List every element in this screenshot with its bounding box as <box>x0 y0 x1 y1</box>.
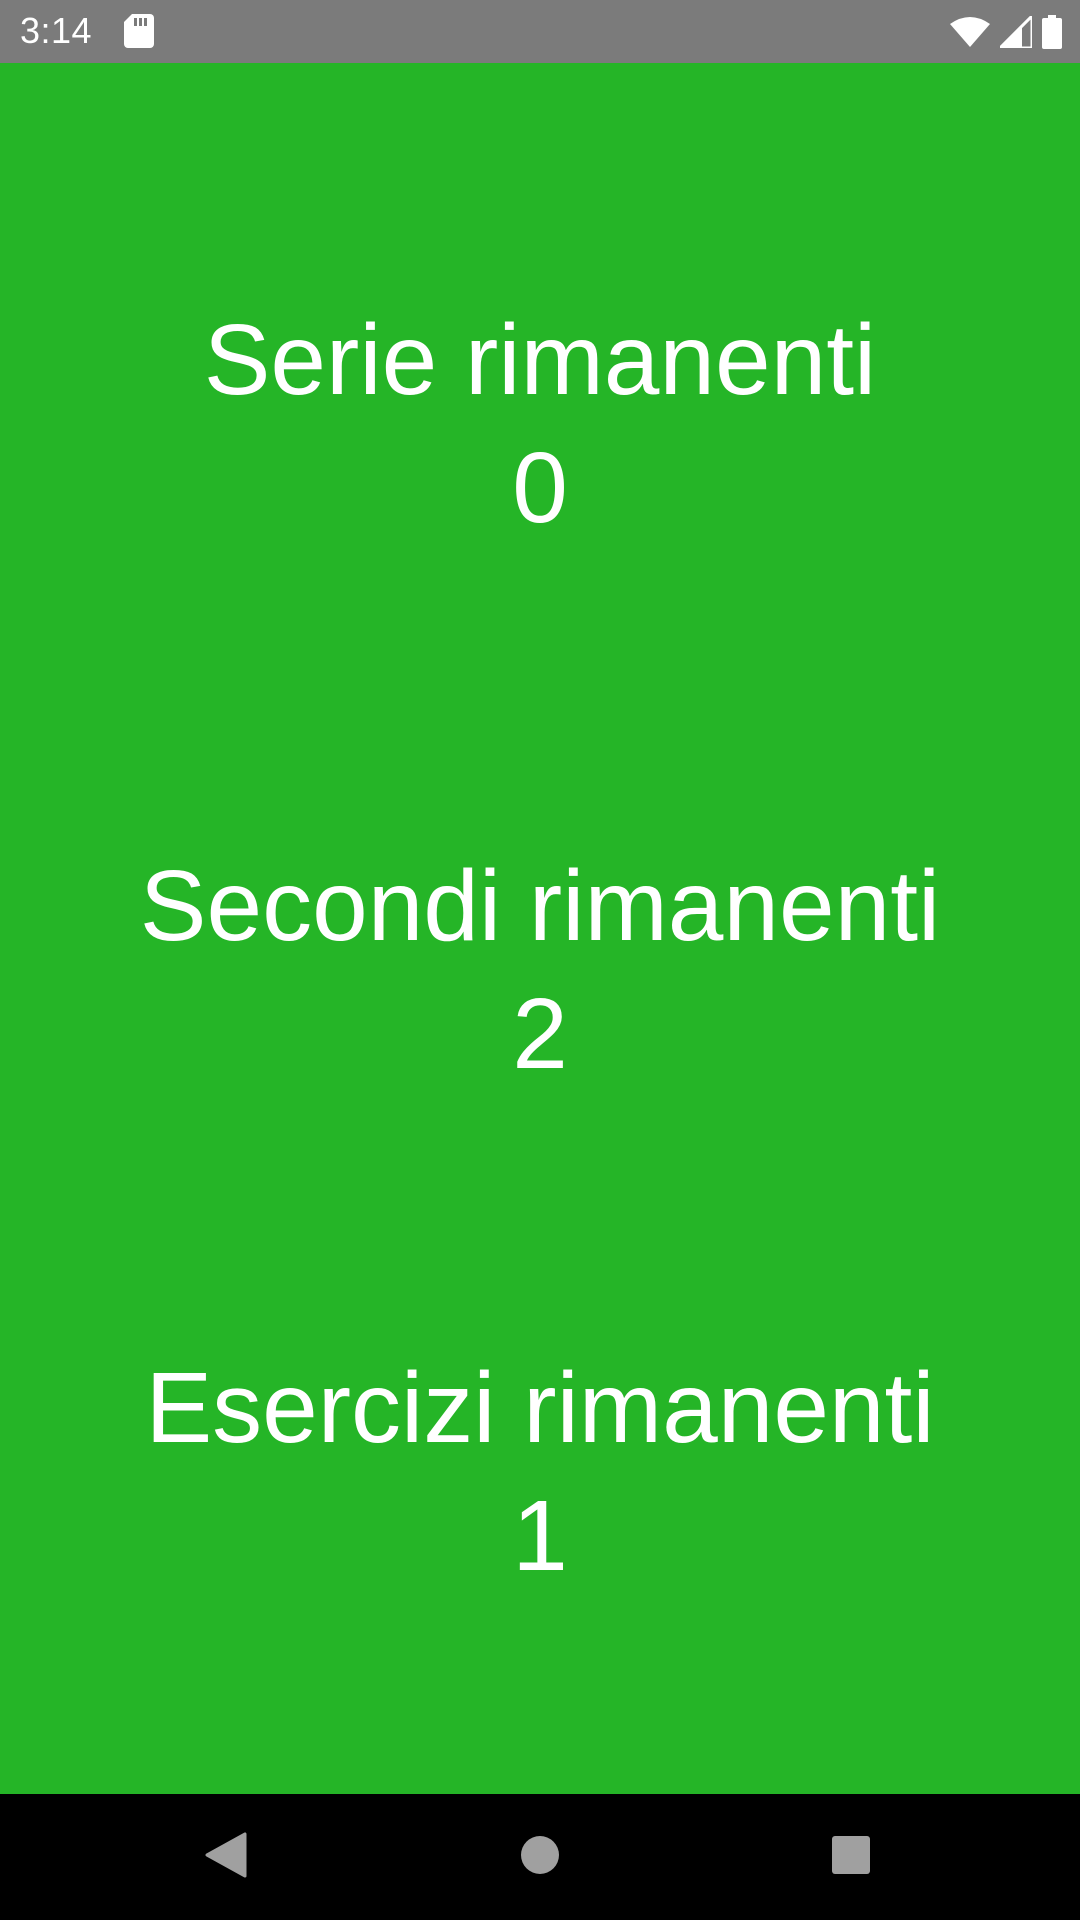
signal-icon <box>1000 16 1032 48</box>
wifi-icon <box>950 16 990 48</box>
navigation-bar <box>0 1794 1080 1920</box>
recents-icon <box>831 1835 871 1880</box>
status-time: 3:14 <box>20 10 93 51</box>
main-content: Serie rimanenti 0 Secondi rimanenti 2 Es… <box>0 63 1080 1794</box>
status-icons <box>950 14 1062 50</box>
sd-card-icon <box>124 14 154 48</box>
status-bar: 3:14 <box>0 0 1080 63</box>
exercises-value: 1 <box>512 1480 568 1592</box>
home-button[interactable] <box>460 1794 620 1920</box>
recents-button[interactable] <box>771 1794 931 1920</box>
exercises-block: Esercizi rimanenti 1 <box>0 1348 1080 1596</box>
home-icon <box>520 1835 560 1880</box>
screen: 3:14 Serie rimanenti 0 Secondi rimanenti… <box>0 0 1080 1920</box>
back-icon <box>205 1832 247 1883</box>
series-value: 0 <box>512 432 568 544</box>
seconds-block: Secondi rimanenti 2 <box>0 846 1080 1094</box>
seconds-label: Secondi rimanenti <box>139 850 941 962</box>
exercises-label: Esercizi rimanenti <box>145 1352 935 1464</box>
series-block: Serie rimanenti 0 <box>0 300 1080 548</box>
back-button[interactable] <box>146 1794 306 1920</box>
seconds-value: 2 <box>512 978 568 1090</box>
series-label: Serie rimanenti <box>203 304 877 416</box>
battery-icon <box>1042 15 1062 49</box>
